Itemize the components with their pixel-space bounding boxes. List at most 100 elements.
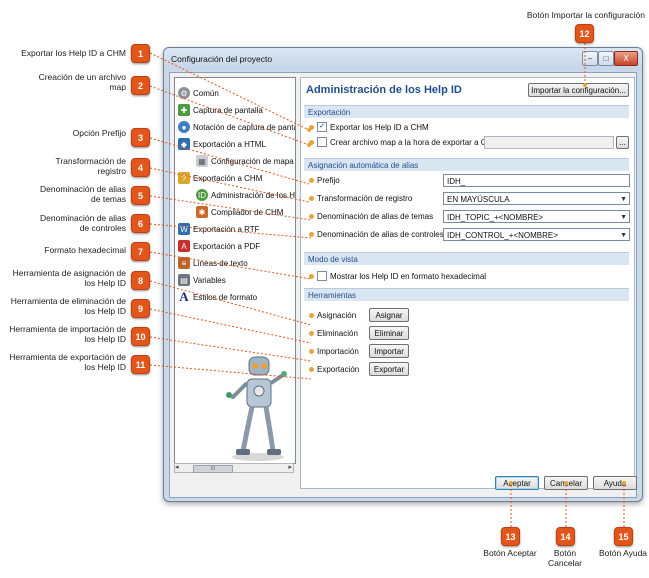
tree-item-label: Captura de pantalla [193, 105, 263, 115]
tree-item-help-ids[interactable]: ID Administración de los He [196, 188, 295, 202]
bullet-icon [309, 232, 314, 237]
bullet-icon [309, 349, 314, 354]
tree-item-compilador[interactable]: ✱ Compilador de CHM [196, 205, 283, 219]
assign-button[interactable]: Asignar [369, 308, 409, 322]
control-alias-label: Denominación de alias de controles [317, 230, 444, 239]
callout-10-text: Herramienta de importación de los Help I… [9, 324, 126, 344]
callout-15-text: Botón Ayuda [598, 548, 648, 558]
tree-item-comun[interactable]: ⚙ Común [178, 86, 219, 100]
case-transform-select[interactable]: EN MAYÚSCULA ▼ [443, 192, 630, 205]
bullet-icon [309, 273, 314, 279]
callout-9-text: Herramienta de eliminación de los Help I… [10, 296, 126, 316]
delete-button[interactable]: Eliminar [369, 326, 409, 340]
hex-option[interactable]: Mostrar los Help ID en formato hexadecim… [309, 271, 486, 281]
tree-item-label: Común [193, 88, 219, 98]
chm-export-icon: ? [178, 172, 190, 184]
topic-alias-value: IDH_TOPIC_+<NOMBRE> [447, 213, 544, 222]
callout-8-badge: 8 [131, 271, 150, 290]
tree-item-label: Notación de captura de pantal [193, 122, 296, 132]
callout-7-text: Formato hexadecimal [44, 245, 126, 255]
callout-11-text: Herramienta de exportación de los Help I… [9, 352, 126, 372]
annotation-icon: ● [178, 121, 190, 133]
tree-item-lineas[interactable]: ≡ Líneas de texto [178, 256, 248, 270]
bullet-icon [309, 124, 314, 130]
settings-tree: ⚙ Común ✚ Captura de pantalla ● Notación… [174, 77, 296, 464]
tree-item-label: Compilador de CHM [211, 207, 284, 217]
minimize-button[interactable]: – [582, 51, 598, 66]
callout-14-text: Botón Cancelar [547, 548, 583, 568]
callout-3-text: Opción Prefijo [72, 128, 126, 138]
export-help-ids-label: Exportar los Help ID a CHM [330, 122, 429, 132]
tree-item-label: Exportación a RTF [193, 224, 260, 234]
control-alias-select[interactable]: IDH_CONTROL_+<NOMBRE> ▼ [443, 228, 630, 241]
text-lines-icon: ≡ [178, 257, 190, 269]
control-alias-label-row: Denominación de alias de controles [309, 230, 444, 239]
prefix-input[interactable]: IDH_ [443, 174, 630, 187]
tree-item-label: Exportación a PDF [193, 241, 261, 251]
pdf-export-icon: A [178, 240, 190, 252]
scroll-right-arrow-icon[interactable]: ▸ [288, 463, 292, 471]
tree-item-label: Configuración de mapa v [211, 156, 296, 166]
export-help-ids-checkbox[interactable]: ✓ [317, 122, 327, 132]
create-map-option[interactable]: Crear archivo map a la hora de exportar … [309, 137, 499, 147]
cancel-button[interactable]: Cancelar [544, 476, 588, 490]
styles-icon: A [178, 289, 190, 304]
compiler-icon: ✱ [196, 206, 208, 218]
tool-delete-label: Eliminación [317, 329, 358, 338]
help-id-settings-pane: Administración de los Help ID Importar l… [300, 77, 635, 489]
sitemap-icon: ▦ [196, 155, 208, 167]
callout-1-badge: 1 [131, 44, 150, 63]
create-map-checkbox[interactable] [317, 137, 327, 147]
callout-5-badge: 5 [131, 186, 150, 205]
title-bar[interactable]: Configuración del proyecto – □ X [164, 48, 642, 70]
callout-15-badge: 15 [614, 527, 633, 546]
callout-2-badge: 2 [131, 76, 150, 95]
callout-11-badge: 11 [131, 355, 150, 374]
dialog-client: ⚙ Común ✚ Captura de pantalla ● Notación… [169, 72, 637, 498]
section-tools: Herramientas [304, 288, 629, 301]
tree-item-label: Estilos de formato [193, 292, 258, 302]
tree-item-chm[interactable]: ? Exportación a CHM [178, 171, 262, 185]
tree-item-rtf[interactable]: W Exportación a RTF [178, 222, 260, 236]
close-button[interactable]: X [614, 51, 638, 66]
callout-14-badge: 14 [556, 527, 575, 546]
gear-icon: ⚙ [178, 87, 190, 99]
export-button[interactable]: Exportar [369, 362, 409, 376]
import-settings-button[interactable]: Importar la configuración... [528, 83, 629, 97]
export-help-ids-option[interactable]: ✓ Exportar los Help ID a CHM [309, 122, 429, 132]
tree-horizontal-scrollbar[interactable]: ◂ III ▸ [174, 463, 294, 473]
import-button[interactable]: Importar [369, 344, 409, 358]
hex-label: Mostrar los Help ID en formato hexadecim… [330, 271, 487, 281]
tree-item-estilos[interactable]: A Estilos de formato [178, 289, 258, 304]
tree-item-label: Exportación a HTML [193, 139, 266, 149]
bullet-icon [309, 331, 314, 336]
maximize-button[interactable]: □ [598, 51, 614, 66]
tree-item-html[interactable]: ◆ Exportación a HTML [178, 137, 266, 151]
rtf-export-icon: W [178, 223, 190, 235]
tree-item-notacion[interactable]: ● Notación de captura de pantal [178, 120, 296, 134]
scroll-thumb[interactable]: III [193, 465, 233, 473]
tree-item-variables[interactable]: ▤ Variables [178, 273, 226, 287]
tool-assign-label-row: Asignación [309, 311, 356, 320]
topic-alias-label: Denominación de alias de temas [317, 212, 434, 221]
ok-button[interactable]: Aceptar [495, 476, 539, 490]
hex-checkbox[interactable] [317, 271, 327, 281]
dropdown-arrow-icon: ▼ [620, 214, 627, 221]
map-file-path-input[interactable] [484, 136, 614, 149]
browse-button[interactable]: ... [616, 136, 629, 149]
callout-13-badge: 13 [501, 527, 520, 546]
topic-alias-select[interactable]: IDH_TOPIC_+<NOMBRE> ▼ [443, 210, 630, 223]
tree-item-mapa[interactable]: ▦ Configuración de mapa v [196, 154, 296, 168]
case-transform-value: EN MAYÚSCULA [447, 195, 510, 204]
callout-8-text: Herramienta de asignación de los Help ID [12, 268, 126, 288]
scroll-left-arrow-icon[interactable]: ◂ [175, 463, 179, 471]
tree-item-captura[interactable]: ✚ Captura de pantalla [178, 103, 263, 117]
bullet-icon [309, 139, 314, 145]
case-transform-label: Transformación de registro [317, 194, 413, 203]
tool-export-label: Exportación [317, 365, 360, 374]
bullet-icon [309, 196, 314, 201]
help-button[interactable]: Ayuda [593, 476, 637, 490]
control-alias-value: IDH_CONTROL_+<NOMBRE> [447, 231, 558, 240]
tree-item-pdf[interactable]: A Exportación a PDF [178, 239, 260, 253]
prefix-label-row: Prefijo [309, 176, 340, 185]
